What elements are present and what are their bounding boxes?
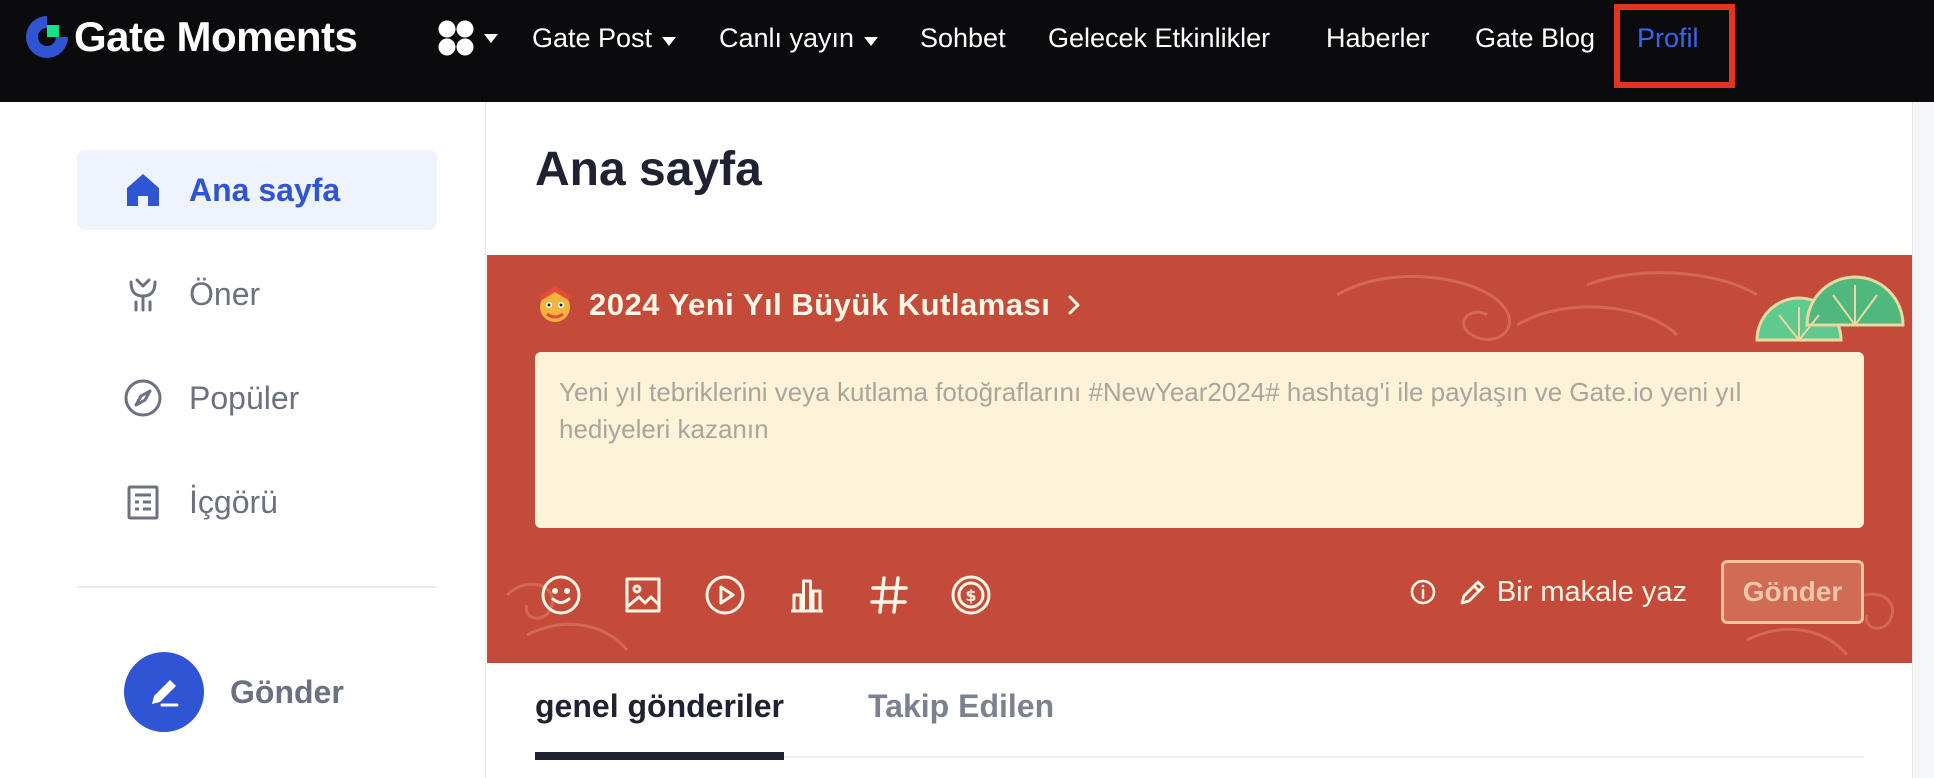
top-navbar: Gate Moments Gate Post Canlı yayın Sohbe… (0, 0, 1934, 102)
tab-label: Takip Edilen (868, 688, 1055, 724)
compose-actions: Bir makale yaz Gönder (1409, 560, 1864, 624)
image-icon[interactable] (621, 573, 665, 617)
hashtag-icon[interactable] (867, 573, 911, 617)
main-content: Ana sayfa 2024 Yeni Yıl Büyük Kutlaması … (487, 102, 1912, 778)
nav-news[interactable]: Haberler (1326, 20, 1430, 56)
sidebar-item-label: Popüler (189, 379, 300, 416)
nav-upcoming-events[interactable]: Gelecek Etkinlikler (1048, 20, 1270, 56)
emoji-icon[interactable] (539, 573, 583, 617)
pencil-icon (152, 680, 179, 707)
post-button-circle (124, 652, 204, 732)
scrollbar[interactable] (1912, 102, 1934, 778)
nav-item-label: Canlı yayın (719, 22, 855, 53)
nav-item-label: Haberler (1326, 22, 1430, 53)
chevron-down-icon (484, 33, 498, 43)
nav-item-label: Gate Blog (1475, 22, 1596, 53)
sidebar-item-label: İçgörü (189, 483, 278, 520)
nav-gate-post[interactable]: Gate Post (532, 20, 677, 56)
chart-icon[interactable] (785, 573, 829, 617)
sidebar-item-popular[interactable]: Popüler (77, 358, 437, 438)
tab-general-posts[interactable]: genel gönderiler (535, 682, 784, 760)
insight-icon (123, 482, 163, 522)
sidebar-item-label: Ana sayfa (189, 171, 341, 208)
edit-icon (1460, 580, 1485, 605)
sidebar: Ana sayfa Öner Popüler İçgörü Gönder (0, 102, 486, 778)
active-tab-underline (535, 752, 784, 760)
info-icon[interactable] (1409, 578, 1437, 606)
compass-icon (123, 378, 163, 418)
sidebar-item-recommend[interactable]: Öner (77, 254, 437, 334)
write-article-button[interactable]: Bir makale yaz (1457, 576, 1687, 609)
nav-item-label: Gelecek Etkinlikler (1048, 22, 1271, 53)
tab-following[interactable]: Takip Edilen (868, 682, 1054, 758)
compose-toolbar: $ (539, 570, 993, 620)
sidebar-item-home[interactable]: Ana sayfa (77, 150, 437, 230)
banner-title-link[interactable]: 2024 Yeni Yıl Büyük Kutlaması (535, 283, 1084, 327)
apps-menu-button[interactable] (436, 18, 498, 58)
nav-chat[interactable]: Sohbet (920, 20, 1006, 56)
tab-label: genel gönderiler (535, 688, 784, 724)
profile-highlight-box (1614, 4, 1735, 88)
gate-logo[interactable]: Gate Moments (22, 12, 358, 62)
chevron-down-icon (662, 36, 677, 46)
post-compose-input[interactable] (535, 352, 1864, 528)
nav-item-label: Sohbet (920, 22, 1006, 53)
page-title: Ana sayfa (535, 143, 762, 196)
write-article-label: Bir makale yaz (1496, 575, 1687, 608)
gate-logo-icon (26, 16, 68, 58)
nav-item-label: Gate Post (532, 22, 653, 53)
video-icon[interactable] (703, 573, 747, 617)
chevron-down-icon (864, 36, 879, 46)
feed-tabs: genel gönderiler Takip Edilen (535, 682, 1864, 760)
sidebar-post-button[interactable]: Gönder (124, 652, 344, 732)
home-icon (123, 170, 163, 210)
coin-icon[interactable]: $ (949, 573, 993, 617)
nav-live-stream[interactable]: Canlı yayın (719, 20, 879, 56)
chevron-right-icon (1068, 295, 1080, 315)
sidebar-divider (77, 586, 437, 588)
svg-text:$: $ (965, 586, 976, 605)
recommend-icon (123, 274, 163, 314)
banner-title: 2024 Yeni Yıl Büyük Kutlaması (589, 287, 1051, 322)
logo-text: Gate Moments (74, 13, 358, 60)
sidebar-item-label: Öner (189, 275, 261, 312)
sidebar-item-insight[interactable]: İçgörü (77, 462, 437, 542)
post-button-label: Gönder (230, 673, 344, 710)
apps-grid-icon (438, 20, 474, 56)
send-button[interactable]: Gönder (1721, 560, 1864, 624)
new-year-banner: 2024 Yeni Yıl Büyük Kutlaması $ (487, 255, 1912, 663)
nav-gate-blog[interactable]: Gate Blog (1475, 20, 1595, 56)
lion-dance-icon (539, 286, 571, 322)
